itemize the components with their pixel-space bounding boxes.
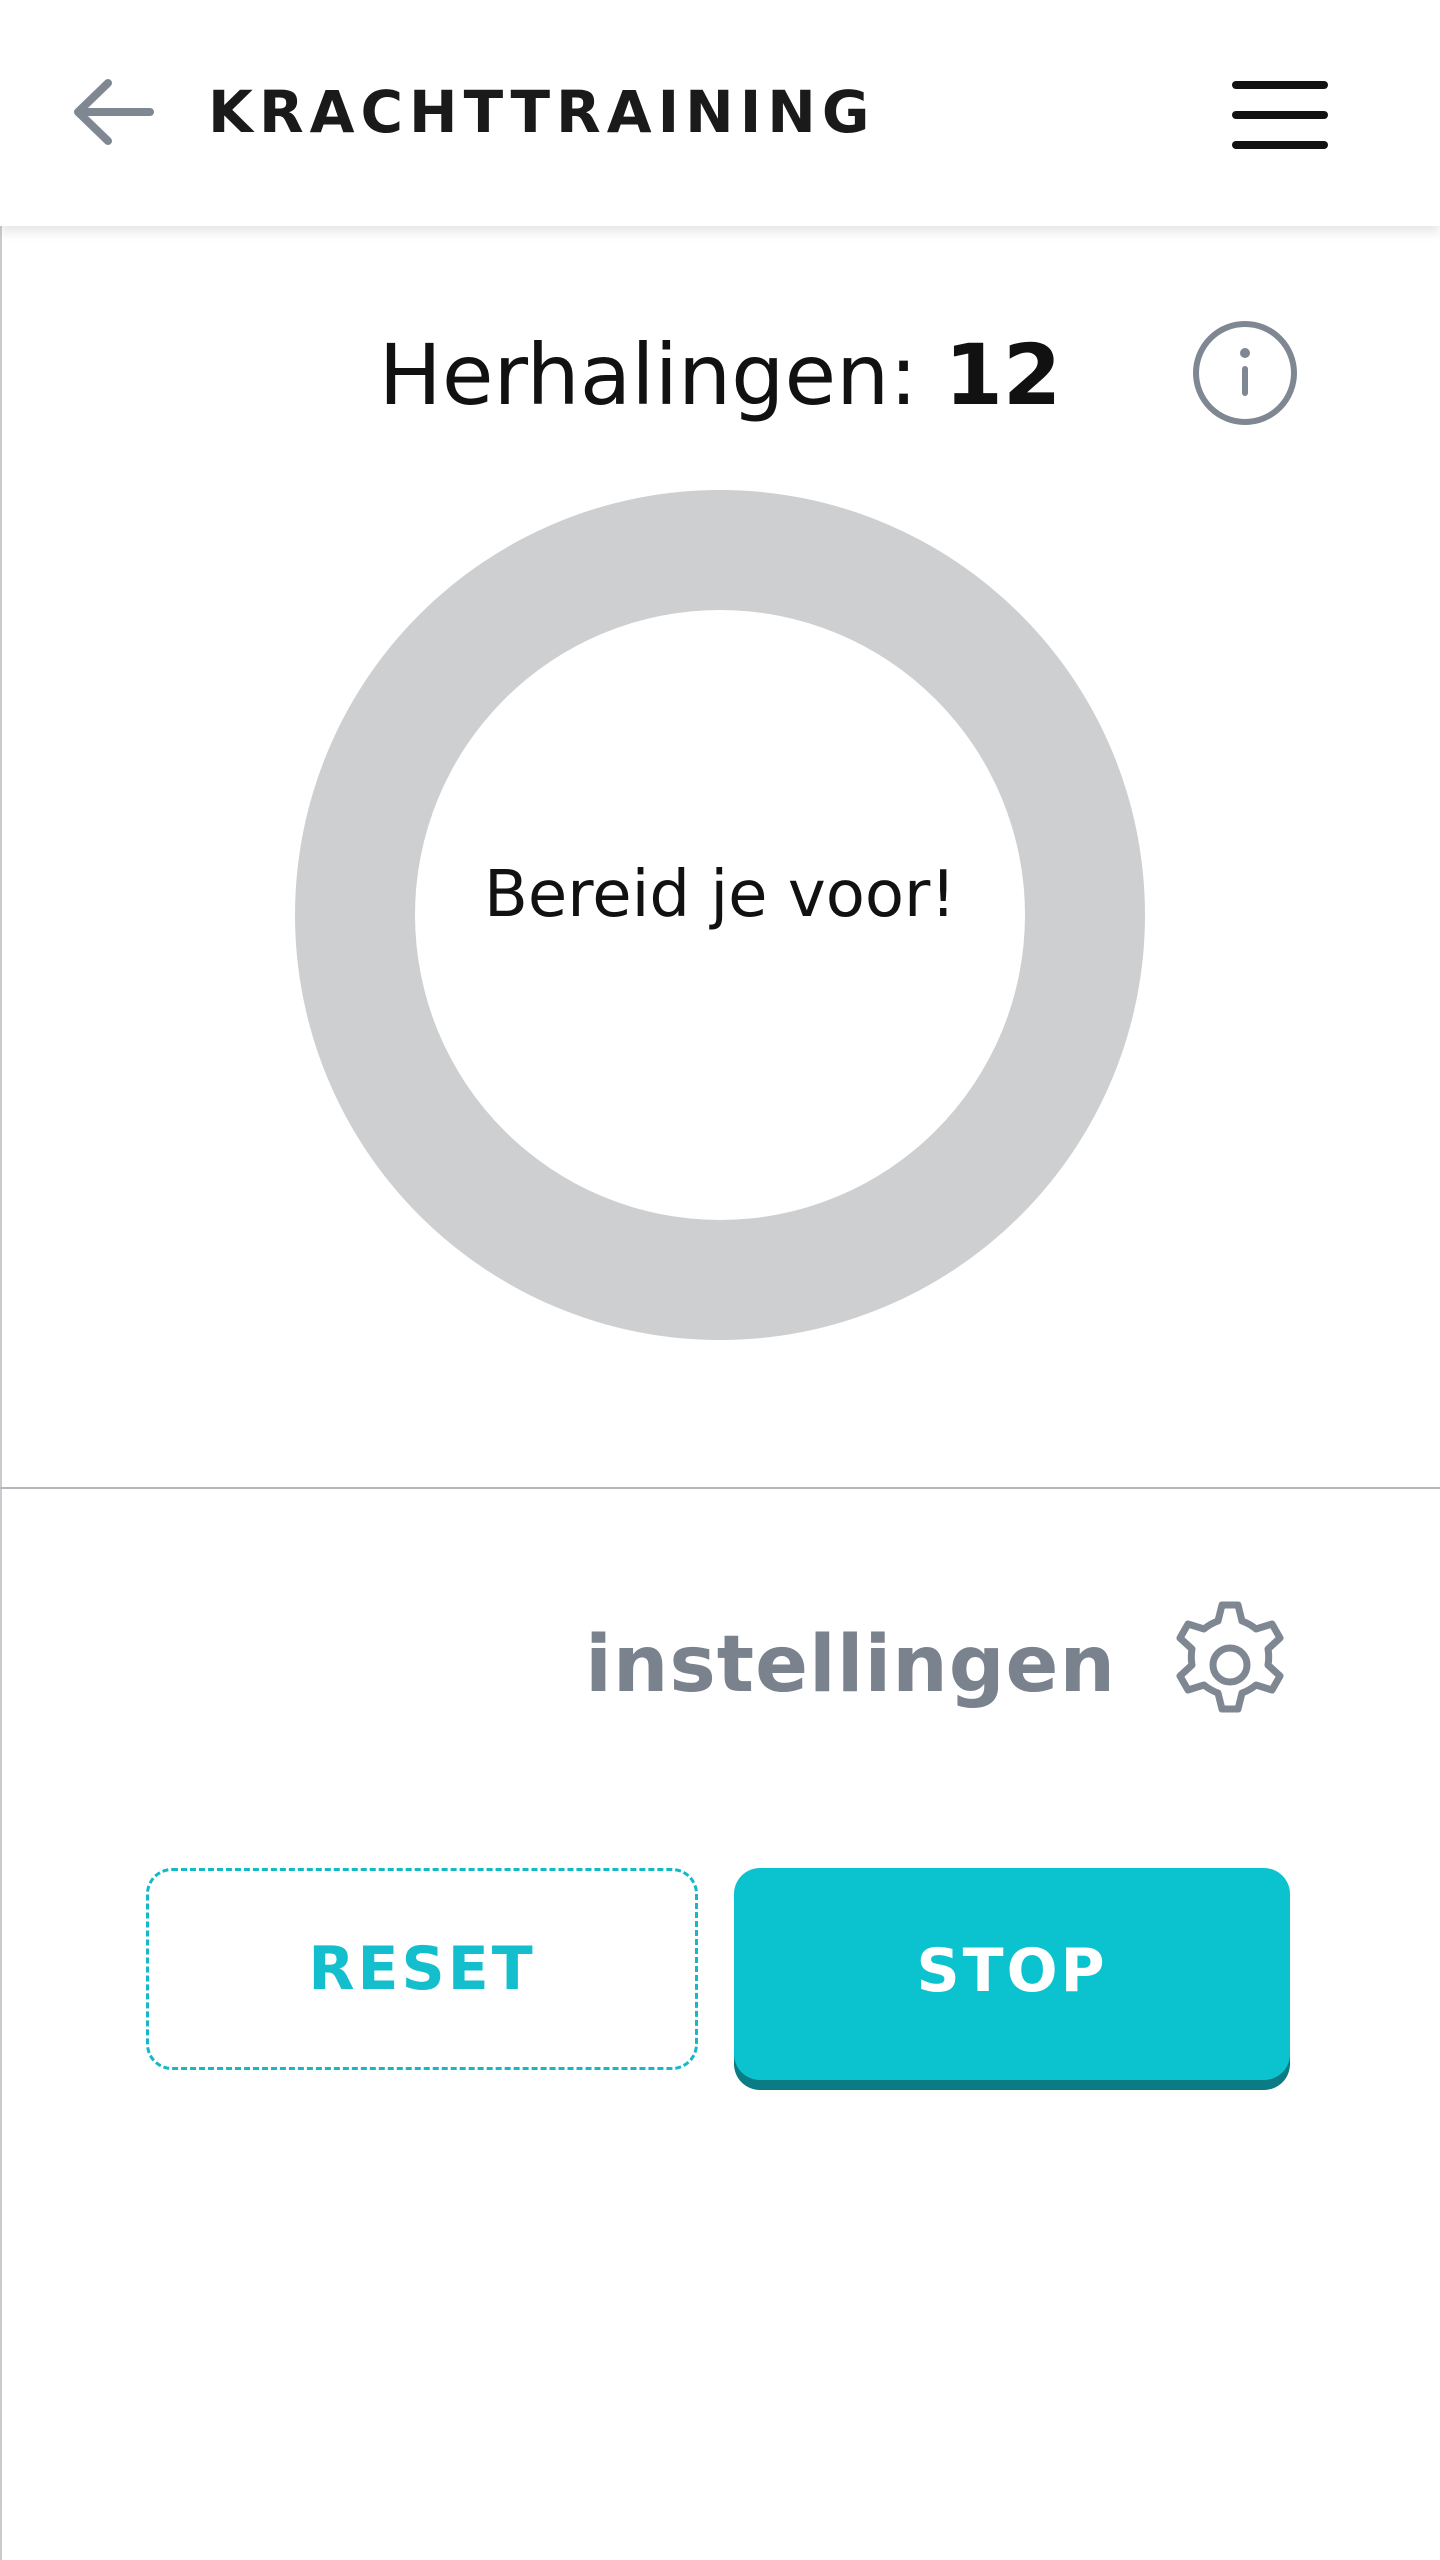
- timer-status-text: Bereid je voor!: [484, 858, 956, 932]
- back-button[interactable]: [58, 62, 168, 162]
- page-title: KRACHTTRAINING: [208, 78, 876, 146]
- menu-button[interactable]: [1220, 60, 1340, 170]
- hamburger-menu-icon: [1232, 81, 1328, 149]
- progress-ring: Bereid je voor!: [295, 490, 1145, 1340]
- app-header: KRACHTTRAINING: [0, 0, 1440, 226]
- strength-training-screen: KRACHTTRAINING Herhalingen: 12 Bereid je…: [0, 0, 1440, 2560]
- repetitions-count: 12: [944, 326, 1062, 424]
- settings-button[interactable]: instellingen: [585, 1590, 1300, 1740]
- repetitions-label: Herhalingen:: [378, 326, 918, 424]
- section-divider: [0, 1487, 1440, 1489]
- content-border: [0, 226, 2, 2560]
- progress-ring-center: Bereid je voor!: [415, 610, 1025, 1220]
- info-icon: [1193, 321, 1297, 425]
- settings-label: instellingen: [585, 1620, 1116, 1710]
- reset-button[interactable]: RESET: [146, 1868, 698, 2070]
- arrow-left-icon: [74, 79, 154, 145]
- info-button[interactable]: [1190, 318, 1300, 428]
- stop-button[interactable]: STOP: [734, 1868, 1290, 2080]
- gear-icon: [1160, 1595, 1300, 1735]
